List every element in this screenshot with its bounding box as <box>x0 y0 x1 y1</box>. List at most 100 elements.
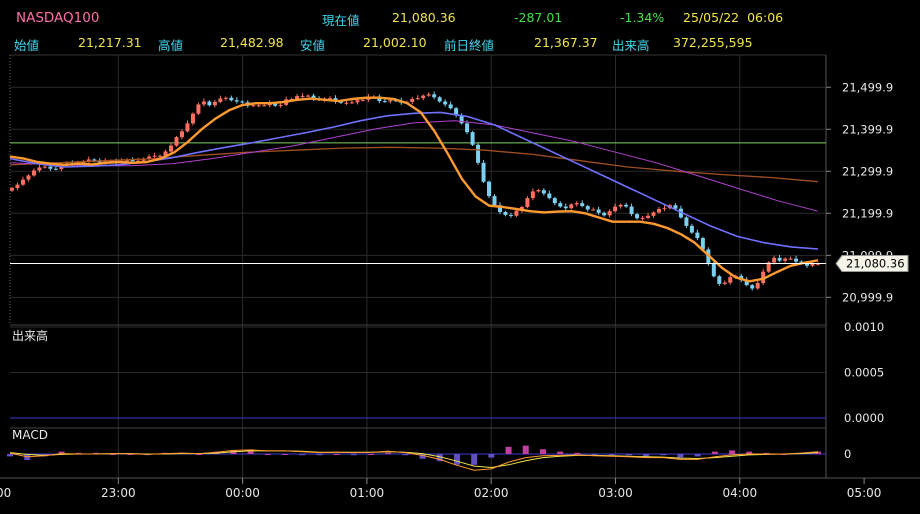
price-tick-label: 20,999.9 <box>842 290 893 304</box>
candle-body <box>777 257 782 261</box>
time-tick-label: 23:00 <box>101 486 136 500</box>
candle-body <box>607 211 612 216</box>
candle-body <box>240 101 245 103</box>
volume-tick-label: 0.0000 <box>844 411 884 425</box>
candle-body <box>525 198 530 207</box>
macd-histogram-bar <box>557 451 564 454</box>
candle-body <box>53 168 58 170</box>
macd-histogram-bar <box>711 451 718 454</box>
ma-mid-line <box>9 111 819 250</box>
time-tick-label: 00:00 <box>225 486 260 500</box>
candle-body <box>382 101 387 103</box>
candle-body <box>717 276 722 284</box>
candle-body <box>492 196 497 206</box>
candle-body <box>750 285 755 289</box>
candle-body <box>541 190 546 194</box>
candle-body <box>306 95 311 97</box>
macd-histogram-bar <box>368 454 375 455</box>
candle-body <box>552 198 557 204</box>
candle-body <box>530 191 535 199</box>
candle-body <box>349 102 354 104</box>
candle-body <box>201 101 206 105</box>
candle-body <box>421 95 426 99</box>
candle-body <box>569 204 574 209</box>
candle-body <box>783 258 788 261</box>
candle-body <box>10 188 14 191</box>
candle-body <box>432 94 437 98</box>
candle-body <box>92 159 97 161</box>
candle-body <box>388 100 393 102</box>
macd-histogram-bar <box>677 454 684 458</box>
candle-body <box>794 258 799 262</box>
candle-body <box>448 104 453 109</box>
candle-body <box>508 214 513 216</box>
candle-body <box>223 97 228 99</box>
candle-body <box>563 206 568 209</box>
volume-tick-label: 0.0010 <box>844 320 884 334</box>
time-tick-label: 05:00 <box>847 486 882 500</box>
candle-body <box>547 193 552 199</box>
candle-body <box>355 100 360 103</box>
candle-body <box>591 209 596 211</box>
price-tick-label: 21,399.9 <box>842 122 893 136</box>
macd-histogram-bar <box>264 454 271 455</box>
candle-body <box>20 179 25 185</box>
candle-body <box>360 99 365 101</box>
candle-body <box>728 277 733 283</box>
candle-body <box>772 257 777 263</box>
macd-tick-label: 0 <box>844 447 851 461</box>
candle-body <box>443 101 448 105</box>
candle-body <box>37 167 42 171</box>
candle-body <box>169 145 174 152</box>
volume-panel-label: 出来高 <box>12 328 48 343</box>
candle-body <box>251 105 256 107</box>
macd-histogram-bar <box>196 454 203 455</box>
candle-body <box>640 217 645 219</box>
chart-canvas[interactable]: 21,499.921,399.921,299.921,199.921,099.9… <box>0 0 920 514</box>
price-tick-label: 21,499.9 <box>842 80 893 94</box>
candle-body <box>695 232 700 239</box>
candle-body <box>602 212 607 216</box>
candle-body <box>711 263 716 277</box>
candle-body <box>651 212 656 216</box>
candle-body <box>196 104 201 114</box>
ma-long-line <box>9 120 819 212</box>
macd-histogram-bar <box>522 445 529 454</box>
candle-body <box>437 97 442 102</box>
candle-body <box>410 98 415 102</box>
time-tick-label: 02:00 <box>474 486 509 500</box>
candle-body <box>174 137 179 146</box>
ma-extra-line <box>9 146 819 183</box>
macd-histogram-bar <box>110 454 117 455</box>
macd-histogram-bar <box>729 450 736 454</box>
candle-body <box>470 132 475 145</box>
candle-body <box>536 190 541 192</box>
candle-body <box>722 282 727 284</box>
candle-body <box>190 113 195 124</box>
macd-histogram-bar <box>333 454 340 455</box>
macd-histogram-bar <box>608 454 615 456</box>
macd-panel-label: MACD <box>12 428 48 442</box>
candle-body <box>179 131 184 138</box>
time-tick-label: 01:00 <box>350 486 385 500</box>
candle-body <box>15 184 20 189</box>
macd-histogram-bar <box>488 454 495 458</box>
candle-body <box>31 170 36 176</box>
macd-histogram-bar <box>539 449 546 454</box>
macd-histogram-bar <box>7 454 13 457</box>
candle-body <box>629 206 634 215</box>
macd-histogram-bar <box>574 452 581 454</box>
candle-body <box>344 102 349 104</box>
candle-body <box>613 206 618 212</box>
macd-histogram-bar <box>471 454 478 465</box>
time-tick-label: 04:00 <box>723 486 758 500</box>
candle-body <box>585 206 590 210</box>
candle-body <box>788 258 793 260</box>
candle-body <box>662 208 667 210</box>
candle-body <box>618 204 623 207</box>
macd-histogram-bar <box>316 454 323 456</box>
candle-body <box>596 209 601 213</box>
candle-body <box>229 97 234 101</box>
candle-body <box>415 98 420 100</box>
candle-body <box>234 100 239 102</box>
